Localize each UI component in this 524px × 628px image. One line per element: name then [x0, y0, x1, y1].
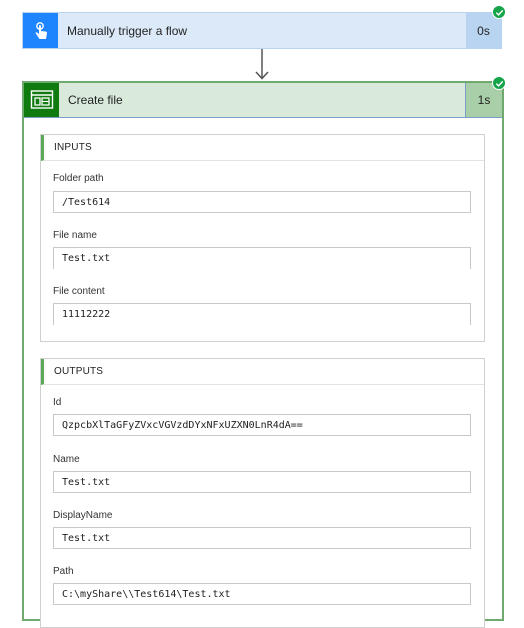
outputs-section: OUTPUTS Id QzpcbXlTaGFyZVxcVGVzdDYxNFxUZ…: [40, 358, 485, 628]
file-name-value[interactable]: Test.txt: [53, 247, 471, 269]
file-content-label: File content: [53, 286, 105, 297]
trigger-success-check-icon: [492, 5, 506, 19]
hand-tap-icon: [35, 21, 47, 39]
id-label: Id: [53, 397, 62, 408]
action-icon-box: [24, 83, 59, 117]
outputs-header: OUTPUTS: [41, 359, 484, 385]
file-name-label: File name: [53, 230, 97, 241]
trigger-icon-box: [23, 13, 58, 48]
display-name-value[interactable]: Test.txt: [53, 527, 471, 549]
path-value[interactable]: C:\myShare\\Test614\Test.txt: [53, 583, 471, 605]
name-value[interactable]: Test.txt: [53, 471, 471, 493]
folder-path-label: Folder path: [53, 173, 104, 184]
trigger-title: Manually trigger a flow: [67, 23, 188, 38]
create-file-card: Create file 1s INPUTS Folder path /Test6…: [22, 81, 504, 628]
name-label: Name: [53, 454, 80, 465]
path-label: Path: [53, 566, 74, 577]
action-title: Create file: [59, 83, 466, 117]
inputs-header: INPUTS: [41, 135, 484, 161]
file-content-value[interactable]: 11112222: [53, 303, 471, 325]
trigger-card[interactable]: Manually trigger a flow 0s: [22, 12, 502, 49]
action-success-check-icon: [492, 76, 506, 90]
down-arrow-icon: [255, 49, 269, 80]
id-value[interactable]: QzpcbXlTaGFyZVxcVGVzdDYxNFxUZXN0LnR4dA==: [53, 414, 471, 436]
inputs-section: INPUTS Folder path /Test614 File name Te…: [40, 134, 485, 342]
create-file-header[interactable]: Create file 1s: [24, 83, 502, 118]
file-system-icon: [30, 90, 53, 109]
folder-path-value[interactable]: /Test614: [53, 191, 471, 213]
display-name-label: DisplayName: [53, 510, 113, 521]
